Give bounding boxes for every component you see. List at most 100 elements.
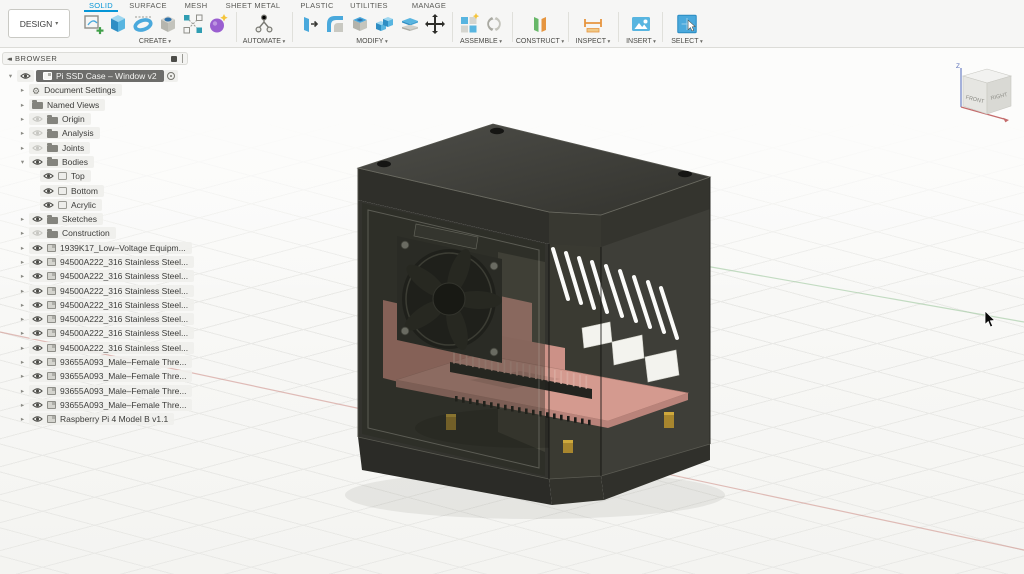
browser-item[interactable]: ▸ Analysis [2, 126, 188, 140]
expand-arrow[interactable]: ▸ [16, 101, 29, 109]
assemble-dropdown[interactable]: ASSEMBLE [460, 38, 502, 45]
expand-arrow[interactable]: ▸ [16, 415, 29, 423]
panel-edge-handle[interactable] [182, 54, 183, 63]
tab-sheet-metal[interactable]: SHEET METAL [222, 1, 284, 11]
inspect-dropdown[interactable]: INSPECT [576, 38, 611, 45]
visibility-eye-icon[interactable] [32, 401, 43, 409]
automate-icon[interactable] [252, 12, 276, 36]
visibility-eye-icon[interactable] [32, 244, 43, 252]
browser-item[interactable]: Acrylic [2, 198, 188, 212]
browser-item[interactable]: ▸ Document Settings [2, 83, 188, 97]
browser-item[interactable]: ▸ Raspberry Pi 4 Model B v1.1 [2, 412, 188, 426]
3d-model-pi-ssd-case[interactable] [345, 123, 725, 519]
tab-solid[interactable]: SOLID [84, 1, 118, 12]
tab-manage[interactable]: MANAGE [408, 1, 450, 11]
pattern-icon[interactable] [181, 12, 205, 36]
collapse-arrow[interactable]: ▾ [4, 72, 17, 80]
browser-root-item[interactable]: ▾ Pi SSD Case – Window v2 [2, 69, 188, 83]
select-dropdown[interactable]: SELECT [671, 38, 703, 45]
split-body-icon[interactable] [398, 12, 422, 36]
extrude-icon[interactable] [106, 12, 130, 36]
browser-item[interactable]: ▸ Construction [2, 226, 188, 240]
browser-item[interactable]: ▾ Bodies [2, 155, 188, 169]
browser-item[interactable]: ▸ 93655A093_Male–Female Thre... [2, 355, 193, 369]
tab-mesh[interactable]: MESH [180, 1, 212, 11]
visibility-eye-icon[interactable] [32, 215, 43, 223]
expand-arrow[interactable]: ▸ [16, 301, 29, 309]
tab-utilities[interactable]: UTILITIES [348, 1, 390, 11]
combine-icon[interactable] [373, 12, 397, 36]
browser-item[interactable]: ▸ Named Views [2, 98, 188, 112]
browser-item[interactable]: ▸ 94500A222_316 Stainless Steel... [2, 255, 195, 269]
visibility-eye-icon[interactable] [32, 315, 43, 323]
expand-arrow[interactable]: ▸ [16, 129, 29, 137]
expand-arrow[interactable]: ▸ [16, 287, 29, 295]
collapse-arrow[interactable]: ▾ [16, 158, 29, 166]
visibility-eye-icon[interactable] [32, 287, 43, 295]
visibility-eye-icon[interactable] [32, 358, 43, 366]
browser-item[interactable]: ▸ 94500A222_316 Stainless Steel... [2, 326, 195, 340]
expand-arrow[interactable]: ▸ [16, 387, 29, 395]
create-sketch-icon[interactable] [81, 12, 105, 36]
design-workspace-button[interactable]: DESIGN [8, 9, 70, 38]
measure-icon[interactable] [581, 12, 605, 36]
browser-item[interactable]: ▸ 94500A222_316 Stainless Steel... [2, 312, 195, 326]
collapse-panel-icon[interactable]: ◂◂ [7, 55, 12, 63]
expand-arrow[interactable]: ▸ [16, 215, 29, 223]
revolve-icon[interactable] [131, 12, 155, 36]
viewcube[interactable]: Z FRONT RIGHT [956, 63, 1013, 123]
new-component-icon[interactable] [457, 12, 481, 36]
create-form-icon[interactable] [206, 12, 230, 36]
expand-arrow[interactable]: ▸ [16, 344, 29, 352]
browser-item[interactable]: ▸ 93655A093_Male–Female Thre... [2, 369, 193, 383]
visibility-eye-icon[interactable] [32, 272, 43, 280]
visibility-eye-icon[interactable] [43, 187, 54, 195]
browser-item[interactable]: ▸ 94500A222_316 Stainless Steel... [2, 283, 195, 297]
browser-item[interactable]: Bottom [2, 183, 188, 197]
insert-dropdown[interactable]: INSERT [626, 38, 656, 45]
browser-item[interactable]: ▸ 94500A222_316 Stainless Steel... [2, 269, 195, 283]
browser-item[interactable]: ▸ 93655A093_Male–Female Thre... [2, 384, 193, 398]
expand-arrow[interactable]: ▸ [16, 358, 29, 366]
visibility-eye-icon[interactable] [32, 344, 43, 352]
expand-arrow[interactable]: ▸ [16, 229, 29, 237]
browser-item[interactable]: ▸ Joints [2, 140, 188, 154]
visibility-eye-icon[interactable] [32, 158, 43, 166]
expand-arrow[interactable]: ▸ [16, 372, 29, 380]
expand-arrow[interactable]: ▸ [16, 258, 29, 266]
expand-arrow[interactable]: ▸ [16, 115, 29, 123]
expand-arrow[interactable]: ▸ [16, 86, 29, 94]
select-window-icon[interactable] [674, 11, 700, 37]
shell-icon[interactable] [348, 12, 372, 36]
construct-dropdown[interactable]: CONSTRUCT [516, 38, 564, 45]
visibility-eye-icon[interactable] [32, 372, 43, 380]
expand-arrow[interactable]: ▸ [16, 401, 29, 409]
hole-icon[interactable] [156, 12, 180, 36]
insert-canvas-icon[interactable] [629, 12, 653, 36]
browser-item[interactable]: ▸ 1939K17_Low–Voltage Equipm... [2, 241, 192, 255]
expand-arrow[interactable]: ▸ [16, 272, 29, 280]
expand-arrow[interactable]: ▸ [16, 244, 29, 252]
move-icon[interactable] [423, 12, 447, 36]
browser-item[interactable]: ▸ Origin [2, 112, 188, 126]
browser-item[interactable]: ▸ 94500A222_316 Stainless Steel... [2, 341, 195, 355]
visibility-eye-icon[interactable] [43, 201, 54, 209]
modify-dropdown[interactable]: MODIFY [356, 38, 388, 45]
expand-arrow[interactable]: ▸ [16, 329, 29, 337]
visibility-eye-icon[interactable] [32, 115, 43, 123]
automate-dropdown[interactable]: AUTOMATE [243, 38, 286, 45]
visibility-eye-icon[interactable] [32, 129, 43, 137]
tab-surface[interactable]: SURFACE [128, 1, 168, 11]
visibility-eye-icon[interactable] [32, 258, 43, 266]
joint-icon[interactable] [482, 12, 506, 36]
root-pill[interactable]: Pi SSD Case – Window v2 [36, 70, 164, 83]
press-pull-icon[interactable] [298, 12, 322, 36]
expand-arrow[interactable]: ▸ [16, 315, 29, 323]
construction-plane-icon[interactable] [528, 12, 552, 36]
panel-options-icon[interactable] [171, 55, 177, 62]
fillet-icon[interactable] [323, 12, 347, 36]
browser-item[interactable]: ▸ Sketches [2, 212, 188, 226]
root-visibility[interactable] [17, 70, 34, 83]
browser-header[interactable]: ◂◂ BROWSER [2, 52, 188, 65]
create-dropdown[interactable]: CREATE [139, 38, 171, 45]
